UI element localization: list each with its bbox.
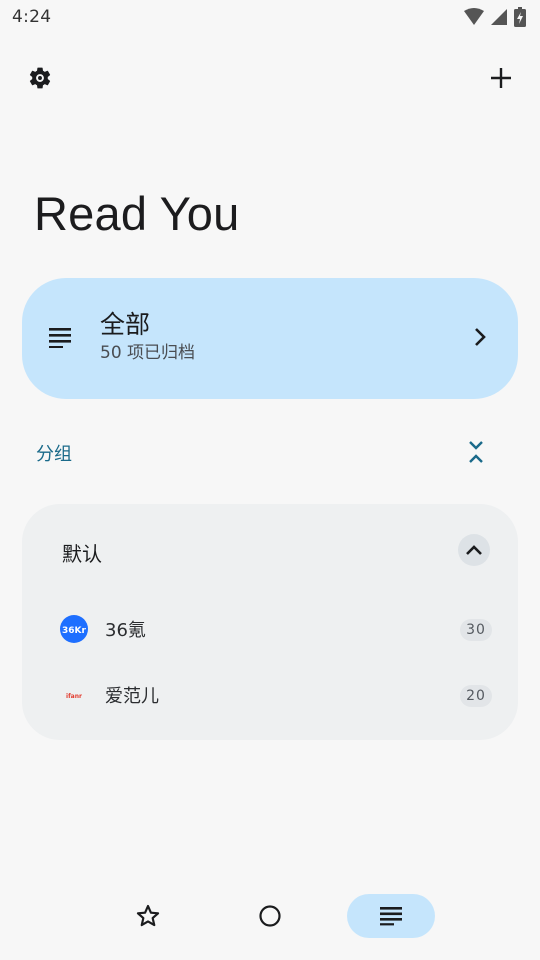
feed-avatar-ifanr: ifanr [60, 681, 88, 709]
groups-section-header: 分组 [22, 430, 518, 474]
wifi-icon [464, 8, 484, 25]
group-collapse-button[interactable] [458, 534, 490, 566]
status-icons [464, 7, 526, 27]
top-app-bar [0, 56, 540, 100]
filter-starred-button[interactable] [104, 894, 192, 938]
status-time: 4:24 [12, 7, 52, 27]
feed-avatar-text-36kr: 36Kr [62, 626, 86, 636]
collapse-all-button[interactable] [456, 432, 496, 472]
status-bar: 4:24 [0, 0, 540, 34]
feed-unread-count: 20 [460, 685, 492, 707]
groups-label: 分组 [36, 444, 72, 465]
feed-avatar-36kr: 36Kr [60, 615, 88, 643]
gear-icon [29, 67, 51, 89]
plus-icon [491, 68, 511, 88]
all-card-title: 全部 [100, 310, 151, 339]
filter-all-button[interactable] [347, 894, 435, 938]
feed-item-36kr[interactable]: 36Kr 36氪 30 [22, 602, 518, 656]
star-icon [136, 904, 160, 927]
filter-unread-button[interactable] [226, 894, 314, 938]
chevron-right-icon [470, 326, 490, 352]
all-card-subtitle: 50 项已归档 [100, 343, 196, 363]
bottom-filter-bar [0, 884, 540, 948]
list-icon [380, 907, 402, 926]
feed-avatar-text-ifanr: ifanr [66, 693, 82, 700]
feed-name: 36氪 [105, 620, 146, 641]
circle-icon [259, 905, 281, 927]
feed-name: 爱范儿 [105, 686, 159, 707]
group-name[interactable]: 默认 [62, 538, 102, 567]
settings-button[interactable] [18, 56, 62, 100]
battery-icon [514, 7, 526, 27]
feed-unread-count: 30 [460, 619, 492, 641]
add-button[interactable] [479, 56, 523, 100]
signal-icon [491, 9, 507, 25]
chevron-up-icon [466, 545, 482, 555]
group-card: 默认 36Kr 36氪 30 ifanr 爱范儿 20 [22, 504, 518, 740]
collapse-all-icon [469, 441, 483, 463]
page-title: Read You [34, 187, 240, 240]
list-icon [48, 326, 72, 352]
all-card-texts: 全部 50 项已归档 [100, 310, 195, 364]
feed-item-ifanr[interactable]: ifanr 爱范儿 20 [22, 668, 518, 722]
all-articles-card[interactable]: 全部 50 项已归档 [22, 278, 518, 399]
